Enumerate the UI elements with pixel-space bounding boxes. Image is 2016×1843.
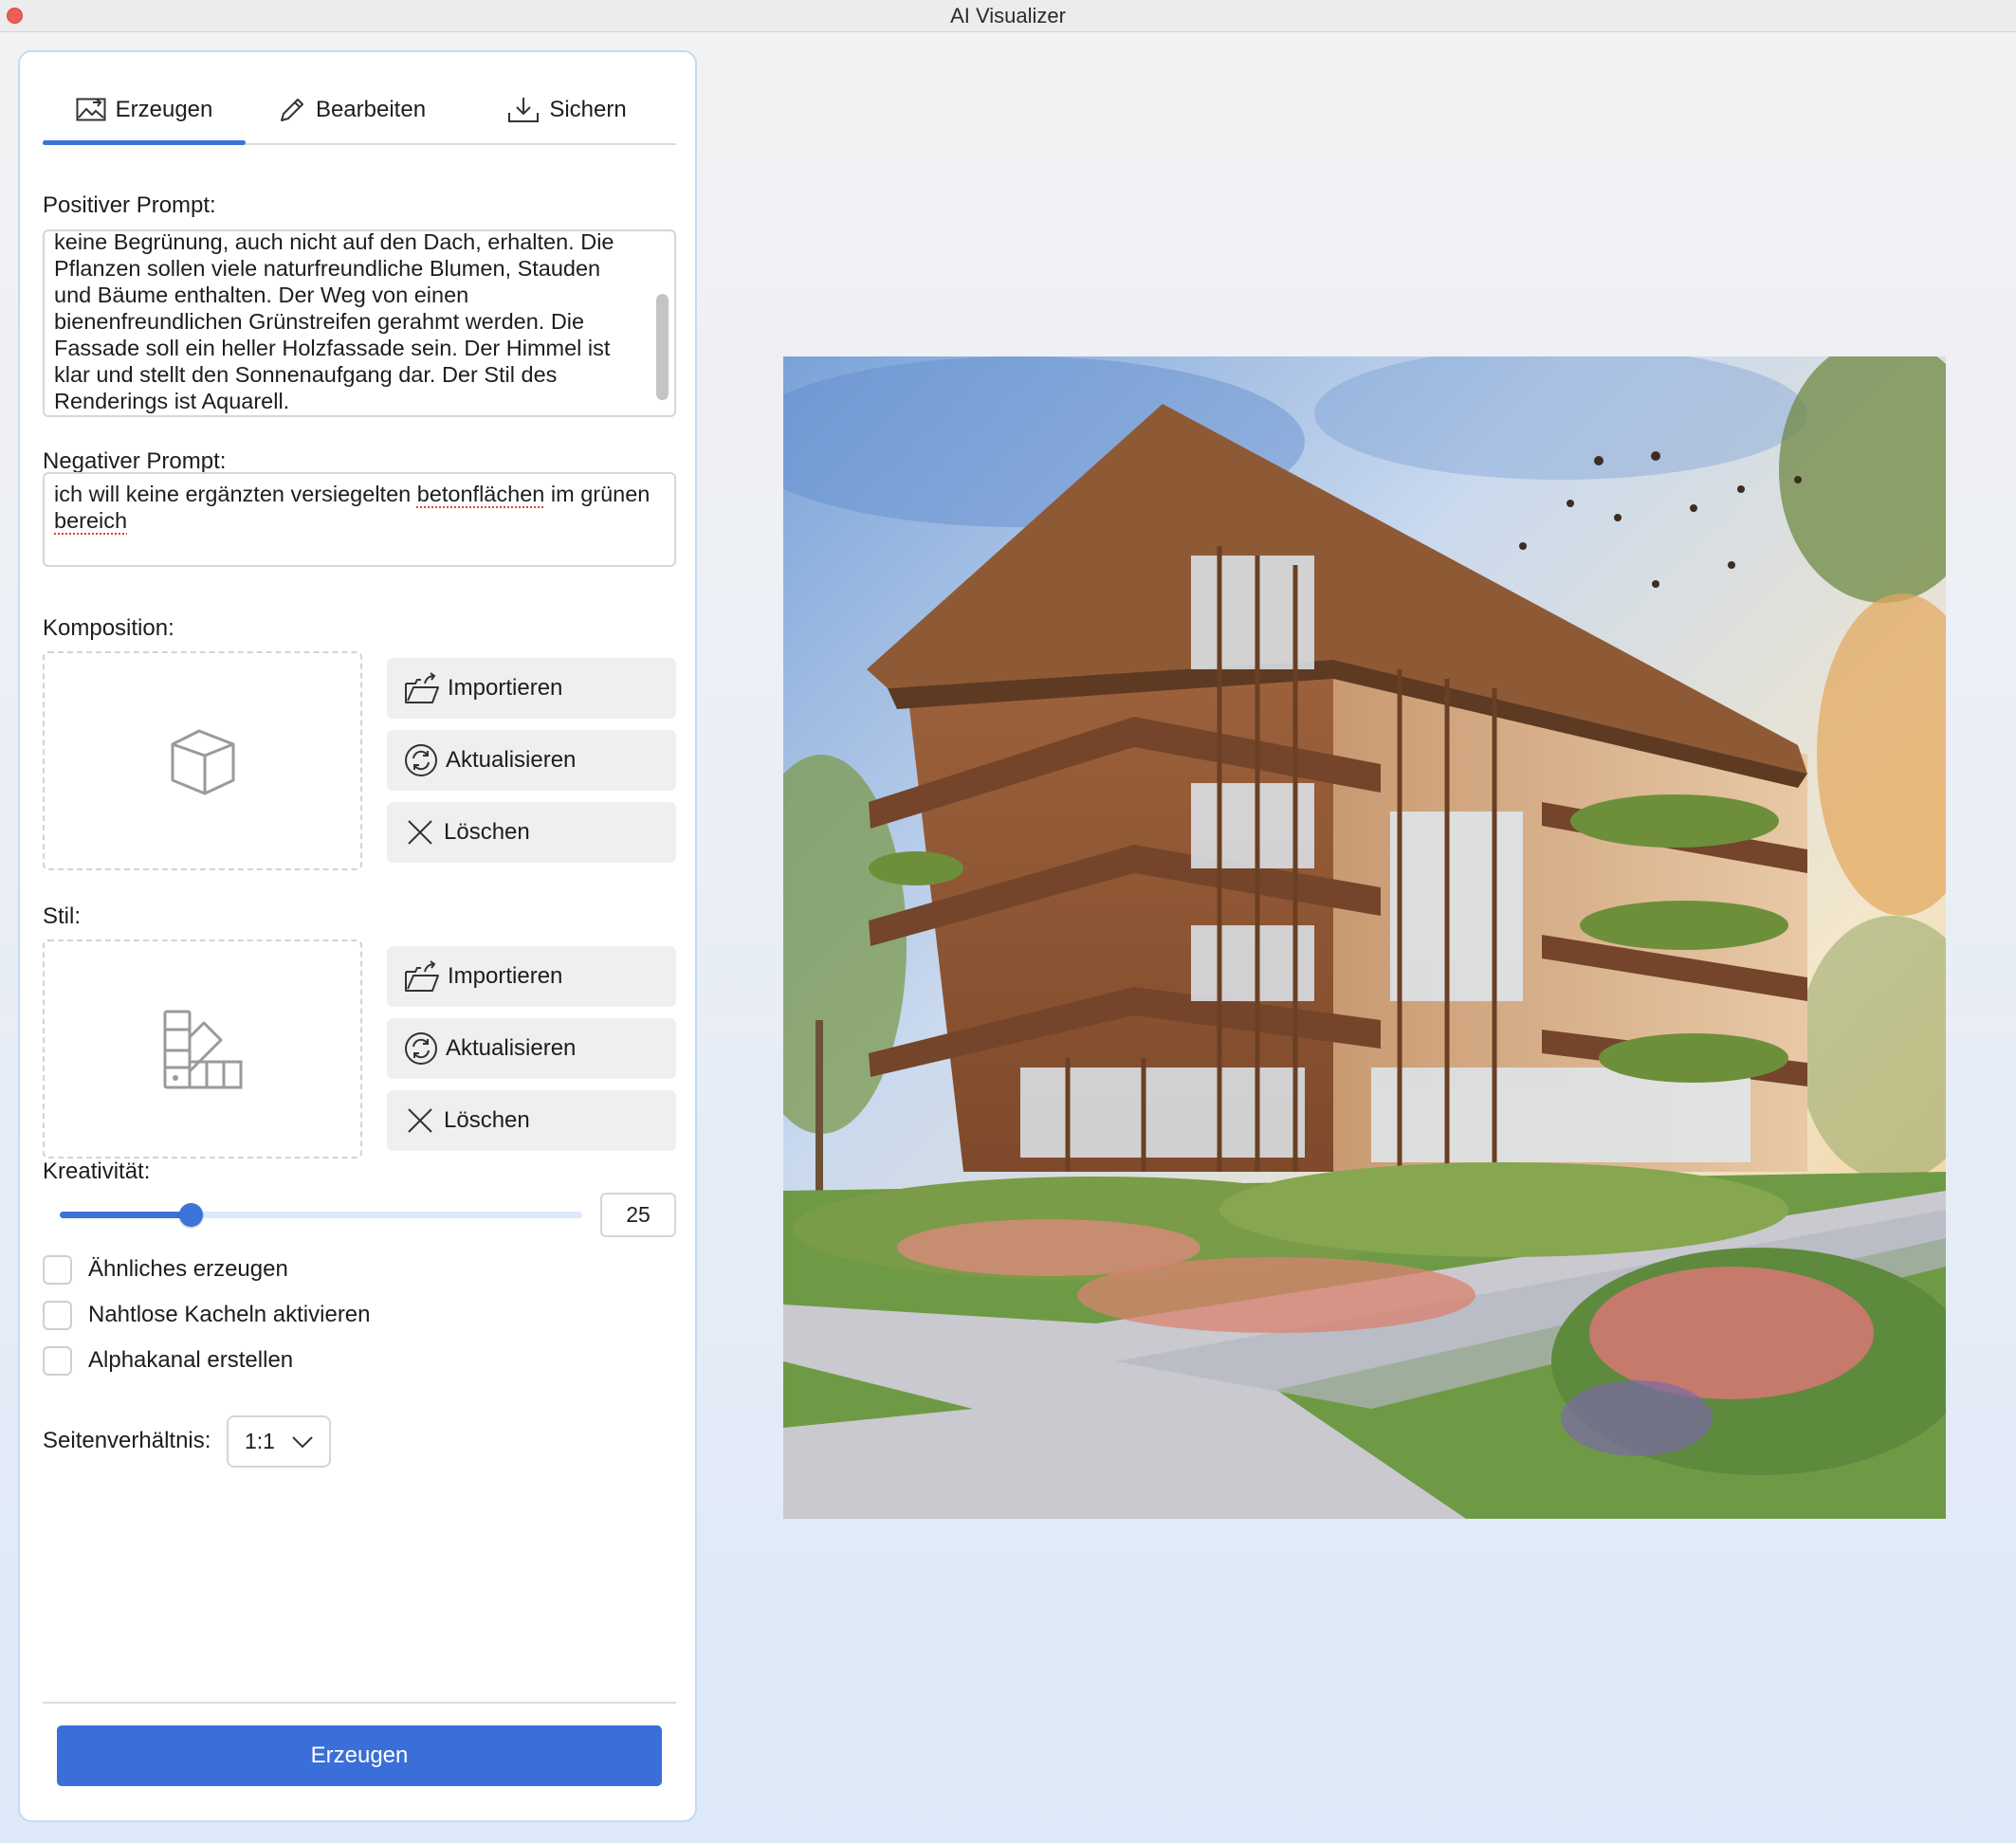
- negative-prompt-text: im grünen: [544, 482, 651, 506]
- checkbox[interactable]: [43, 1300, 72, 1330]
- kreativitaet-slider-fill: [60, 1212, 191, 1218]
- tab-sichern-label: Sichern: [549, 97, 627, 122]
- stil-refresh-label: Aktualisieren: [446, 1035, 577, 1061]
- aspect-ratio-value: 1:1: [245, 1429, 275, 1453]
- title-bar: AI Visualizer: [0, 0, 2016, 32]
- tab-sichern[interactable]: Sichern: [458, 77, 676, 143]
- komposition-delete-label: Löschen: [444, 819, 530, 845]
- positive-prompt-line: und Bäume enthalten. Der Weg von einen: [54, 283, 469, 307]
- main-content: Erzeugen Bearbeiten Sichern Positiver Pr…: [0, 32, 2016, 1843]
- pencil-icon: [280, 99, 303, 121]
- komposition-delete-button[interactable]: Löschen: [387, 802, 676, 863]
- positive-prompt-line: Fassade soll ein heller Holzfassade sein…: [54, 336, 611, 360]
- positive-prompt-line: keine Begrünung, auch nicht auf den Dach…: [54, 229, 614, 254]
- komposition-refresh-label: Aktualisieren: [446, 747, 577, 773]
- stil-import-label: Importieren: [448, 963, 563, 989]
- komposition-import-label: Importieren: [448, 675, 563, 701]
- import-icon: [405, 672, 439, 703]
- positive-prompt-scrollbar[interactable]: [656, 294, 669, 400]
- option-label: Nahtlose Kacheln aktivieren: [88, 1302, 371, 1327]
- option-aehnliches[interactable]: Ähnliches erzeugen: [43, 1254, 288, 1285]
- refresh-icon: [405, 1032, 437, 1065]
- close-icon: [408, 1108, 432, 1133]
- komposition-refresh-button[interactable]: Aktualisieren: [387, 730, 676, 791]
- negative-prompt-label: Negativer Prompt:: [43, 448, 227, 474]
- window-close-button[interactable]: [7, 8, 23, 24]
- window-title: AI Visualizer: [950, 3, 1066, 27]
- aspect-ratio-select[interactable]: 1:1: [227, 1415, 331, 1468]
- negative-prompt-line: bereich: [54, 507, 665, 534]
- stil-delete-button[interactable]: Löschen: [387, 1090, 676, 1151]
- checkbox[interactable]: [43, 1254, 72, 1285]
- aspect-ratio-label: Seitenverhältnis:: [43, 1428, 211, 1453]
- import-icon: [405, 960, 439, 992]
- chevron-down-icon: [292, 1436, 313, 1449]
- option-label: Alphakanal erstellen: [88, 1347, 294, 1373]
- kreativitaet-value-input[interactable]: 25: [600, 1193, 676, 1237]
- positive-prompt-line: bienenfreundlichen Grünstreifen gerahmt …: [54, 309, 585, 334]
- kreativitaet-slider-handle[interactable]: [178, 1203, 203, 1227]
- image-edit-icon: [76, 98, 106, 121]
- negative-prompt-text: ich will keine ergänzten versiegelten: [54, 482, 417, 506]
- positive-prompt-line: Pflanzen sollen viele naturfreundliche B…: [54, 256, 601, 281]
- misspelled-word: bereich: [54, 508, 128, 533]
- option-nahtlose-kacheln[interactable]: Nahtlose Kacheln aktivieren: [43, 1300, 371, 1330]
- stil-refresh-button[interactable]: Aktualisieren: [387, 1018, 676, 1079]
- positive-prompt-input[interactable]: keine Begrünung, auch nicht auf den Dach…: [43, 229, 676, 417]
- stil-label: Stil:: [43, 903, 82, 929]
- tab-erzeugen[interactable]: Erzeugen: [43, 77, 246, 145]
- generated-image-preview: [783, 356, 1946, 1519]
- tab-bearbeiten-label: Bearbeiten: [315, 97, 427, 122]
- color-swatch-icon: [163, 1010, 242, 1088]
- positive-prompt-line: klar und stellt den Sonnenaufgang dar. D…: [54, 362, 558, 387]
- download-icon: [508, 98, 540, 122]
- generate-button[interactable]: Erzeugen: [57, 1725, 662, 1786]
- komposition-import-button[interactable]: Importieren: [387, 658, 676, 719]
- tab-bar: Erzeugen Bearbeiten Sichern: [43, 77, 676, 145]
- panel-divider: [43, 1702, 676, 1704]
- stil-import-button[interactable]: Importieren: [387, 946, 676, 1007]
- cube-icon: [171, 729, 234, 794]
- misspelled-word: betonflächen: [416, 482, 545, 506]
- kreativitaet-slider[interactable]: [60, 1203, 582, 1227]
- positive-prompt-label: Positiver Prompt:: [43, 192, 216, 218]
- stil-dropzone[interactable]: [43, 940, 362, 1159]
- building-illustration: [783, 356, 1946, 1519]
- refresh-icon: [405, 744, 437, 776]
- tab-erzeugen-label: Erzeugen: [115, 97, 213, 122]
- positive-prompt-line: Renderings ist Aquarell.: [54, 389, 290, 413]
- komposition-dropzone[interactable]: [43, 651, 362, 870]
- option-label: Ähnliches erzeugen: [88, 1256, 288, 1282]
- negative-prompt-line: ich will keine ergänzten versiegelten be…: [54, 481, 665, 507]
- settings-panel: Erzeugen Bearbeiten Sichern Positiver Pr…: [18, 50, 697, 1822]
- stil-delete-label: Löschen: [444, 1107, 530, 1133]
- komposition-label: Komposition:: [43, 615, 174, 641]
- negative-prompt-input[interactable]: ich will keine ergänzten versiegelten be…: [43, 472, 676, 567]
- option-alphakanal[interactable]: Alphakanal erstellen: [43, 1345, 293, 1376]
- kreativitaet-label: Kreativität:: [43, 1159, 151, 1184]
- close-icon: [408, 820, 432, 845]
- checkbox[interactable]: [43, 1345, 72, 1376]
- tab-bearbeiten[interactable]: Bearbeiten: [246, 77, 458, 143]
